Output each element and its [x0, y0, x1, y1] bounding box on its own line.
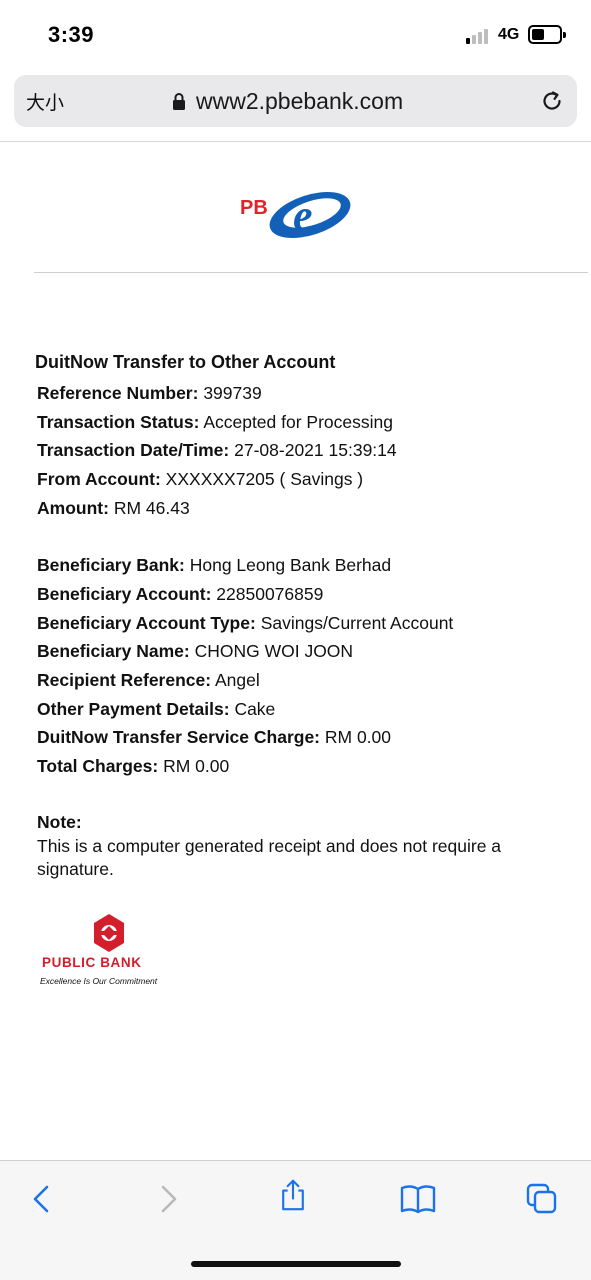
- note-title: Note:: [37, 812, 82, 832]
- amount-row: Amount: RM 46.43: [37, 497, 190, 518]
- receipt-details: Reference Number: 399739 Transaction Sta…: [37, 383, 577, 785]
- bookmarks-icon[interactable]: [400, 1183, 436, 1215]
- share-icon[interactable]: [277, 1179, 309, 1211]
- public-bank-tagline: Excellence Is Our Commitment: [40, 976, 158, 986]
- browser-divider: [0, 141, 591, 142]
- note-text: This is a computer generated receipt and…: [37, 836, 502, 879]
- back-icon[interactable]: [26, 1183, 58, 1215]
- text-size-button[interactable]: 大小: [26, 88, 64, 115]
- recipient-reference-row: Recipient Reference: Angel: [37, 669, 260, 690]
- public-bank-name: PUBLIC BANK: [42, 955, 142, 970]
- receipt-title: DuitNow Transfer to Other Account: [35, 352, 336, 372]
- network-type: 4G: [498, 26, 520, 43]
- home-indicator: [191, 1261, 401, 1267]
- status-bar: 3:39 4G: [0, 0, 591, 70]
- pbe-logo: e PB: [240, 191, 351, 240]
- signal-strength-icon: [466, 28, 492, 44]
- beneficiary-name-row: Beneficiary Name: CHONG WOI JOON: [37, 641, 354, 662]
- beneficiary-account-type-row: Beneficiary Account Type: Savings/Curren…: [37, 612, 454, 633]
- beneficiary-bank-row: Beneficiary Bank: Hong Leong Bank Berhad: [37, 555, 392, 576]
- service-charge-row: DuitNow Transfer Service Charge: RM 0.00: [37, 727, 392, 748]
- public-bank-logo: PUBLIC BANK Excellence Is Our Commitment: [40, 913, 185, 993]
- reload-icon[interactable]: [539, 88, 565, 114]
- pbe-letter: e: [293, 191, 313, 240]
- transaction-status-row: Transaction Status: Accepted for Process…: [37, 411, 393, 432]
- total-charges-row: Total Charges: RM 0.00: [37, 755, 230, 776]
- public-bank-emblem-icon: [94, 914, 124, 952]
- from-account-row: From Account: XXXXXX7205 ( Savings ): [37, 469, 364, 490]
- other-payment-details-row: Other Payment Details: Cake: [37, 698, 276, 719]
- content-divider: [34, 272, 588, 273]
- url-field[interactable]: www2.pbebank.com: [172, 86, 403, 116]
- battery-icon: [528, 25, 566, 44]
- beneficiary-account-row: Beneficiary Account: 22850076859: [37, 583, 324, 604]
- address-bar[interactable]: 大小 www2.pbebank.com: [14, 75, 577, 127]
- url-text: www2.pbebank.com: [196, 87, 404, 114]
- status-time: 3:39: [48, 22, 95, 47]
- reference-number-row: Reference Number: 399739: [37, 383, 262, 403]
- pbe-text: PB: [240, 197, 268, 219]
- lock-icon: [173, 93, 185, 110]
- transaction-datetime-row: Transaction Date/Time: 27-08-2021 15:39:…: [37, 440, 397, 461]
- tabs-icon[interactable]: [526, 1183, 558, 1215]
- forward-icon[interactable]: [152, 1183, 184, 1215]
